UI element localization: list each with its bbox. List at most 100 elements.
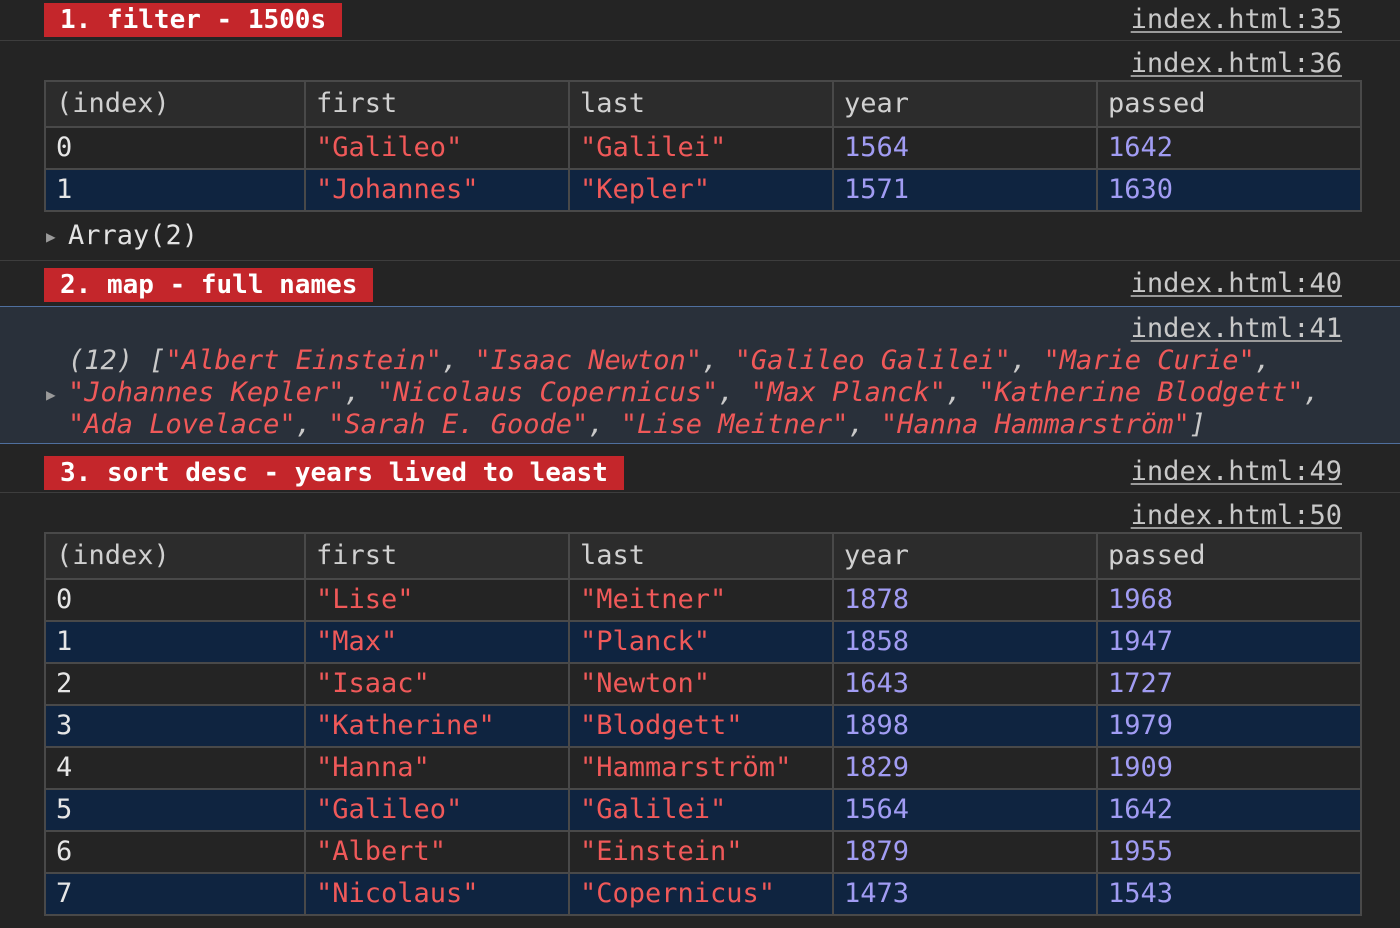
table-row[interactable]: 3 "Katherine" "Blodgett" 1898 1979 — [44, 704, 1362, 748]
column-header-passed[interactable]: passed — [1096, 80, 1362, 128]
array-item: Isaac Newton — [490, 345, 686, 376]
array-item: Marie Curie — [1059, 345, 1239, 376]
console-table-sort: (index) first last year passed 0 "Lise" "M… — [44, 532, 1362, 916]
cell-passed: 1955 — [1096, 830, 1362, 874]
cell-last: "Galilei" — [568, 788, 834, 832]
cell-index: 3 — [44, 704, 306, 748]
cell-index: 2 — [44, 662, 306, 706]
cell-year: 1564 — [832, 126, 1098, 170]
cell-first: "Johannes" — [304, 168, 570, 212]
cell-passed: 1642 — [1096, 126, 1362, 170]
table-row[interactable]: 5 "Galileo" "Galilei" 1564 1642 — [44, 788, 1362, 832]
source-link-50[interactable]: index.html:50 — [1131, 496, 1342, 536]
cell-first: "Galileo" — [304, 788, 570, 832]
cell-last: "Kepler" — [568, 168, 834, 212]
cell-passed: 1543 — [1096, 872, 1362, 916]
cell-year: 1878 — [832, 578, 1098, 622]
cell-first: "Nicolaus" — [304, 872, 570, 916]
cell-last: "Meitner" — [568, 578, 834, 622]
cell-year: 1829 — [832, 746, 1098, 790]
array-item: Ada Lovelace — [84, 409, 280, 440]
table-row[interactable]: 0 "Lise" "Meitner" 1878 1968 — [44, 578, 1362, 622]
table-row[interactable]: 6 "Albert" "Einstein" 1879 1955 — [44, 830, 1362, 874]
cell-first: "Galileo" — [304, 126, 570, 170]
table-row[interactable]: 2 "Isaac" "Newton" 1643 1727 — [44, 662, 1362, 706]
cell-index: 1 — [44, 620, 306, 664]
source-link-41[interactable]: index.html:41 — [1131, 309, 1342, 349]
table-row[interactable]: 0 "Galileo" "Galilei" 1564 1642 — [44, 126, 1362, 170]
column-header-index[interactable]: (index) — [44, 80, 306, 128]
column-header-year[interactable]: year — [832, 532, 1098, 580]
cell-last: "Galilei" — [568, 126, 834, 170]
console-group-label-filter: 1. filter - 1500s — [44, 3, 343, 37]
source-link-35[interactable]: index.html:35 — [1131, 0, 1342, 40]
column-header-index[interactable]: (index) — [44, 532, 306, 580]
array-summary-text: Array(2) — [68, 220, 199, 251]
array-suffix: ] — [1189, 409, 1207, 440]
cell-last: "Blodgett" — [568, 704, 834, 748]
cell-passed: 1642 — [1096, 788, 1362, 832]
column-header-year[interactable]: year — [832, 80, 1098, 128]
cell-passed: 1630 — [1096, 168, 1362, 212]
cell-first: "Lise" — [304, 578, 570, 622]
expand-triangle-icon[interactable]: ▶ — [46, 385, 56, 404]
cell-index: 7 — [44, 872, 306, 916]
array-item: Galileo Galilei — [750, 345, 995, 376]
cell-passed: 1968 — [1096, 578, 1362, 622]
cell-last: "Copernicus" — [568, 872, 834, 916]
cell-first: "Max" — [304, 620, 570, 664]
cell-year: 1473 — [832, 872, 1098, 916]
cell-year: 1564 — [832, 788, 1098, 832]
array-item: Albert Einstein — [181, 345, 426, 376]
table-row[interactable]: 4 "Hanna" "Hammarström" 1829 1909 — [44, 746, 1362, 790]
cell-passed: 1947 — [1096, 620, 1362, 664]
array-item: Lise Meitner — [637, 409, 833, 440]
console-separator — [0, 40, 1400, 41]
cell-last: "Einstein" — [568, 830, 834, 874]
cell-index: 5 — [44, 788, 306, 832]
array-summary[interactable]: ▶ Array(2) — [46, 219, 198, 254]
column-header-last[interactable]: last — [568, 80, 834, 128]
source-link-40[interactable]: index.html:40 — [1131, 264, 1342, 304]
table-header-row: (index) first last year passed — [44, 532, 1362, 580]
cell-first: "Katherine" — [304, 704, 570, 748]
cell-index: 0 — [44, 126, 306, 170]
table-row[interactable]: 1 "Johannes" "Kepler" 1571 1630 — [44, 168, 1362, 212]
cell-first: "Hanna" — [304, 746, 570, 790]
array-item: Max Planck — [767, 377, 930, 408]
array-item: Nicolaus Copernicus — [393, 377, 703, 408]
cell-last: "Planck" — [568, 620, 834, 664]
cell-passed: 1979 — [1096, 704, 1362, 748]
cell-year: 1879 — [832, 830, 1098, 874]
column-header-last[interactable]: last — [568, 532, 834, 580]
array-item: Johannes Kepler — [84, 377, 329, 408]
console-group-label-sort: 3. sort desc - years lived to least — [44, 456, 624, 490]
cell-index: 0 — [44, 578, 306, 622]
cell-year: 1643 — [832, 662, 1098, 706]
console-separator — [0, 492, 1400, 493]
console-separator — [0, 443, 1400, 444]
array-prefix: (12) [ — [68, 345, 166, 376]
console-table-filter: (index) first last year passed 0 "Galileo… — [44, 80, 1362, 212]
cell-index: 6 — [44, 830, 306, 874]
expand-triangle-icon[interactable]: ▶ — [46, 220, 68, 254]
cell-passed: 1727 — [1096, 662, 1362, 706]
cell-first: "Albert" — [304, 830, 570, 874]
array-item: Hanna Hammarström — [897, 409, 1174, 440]
column-header-passed[interactable]: passed — [1096, 532, 1362, 580]
cell-passed: 1909 — [1096, 746, 1362, 790]
console-array-message[interactable]: index.html:41 ▶ (12) ["Albert Einstein",… — [0, 307, 1400, 443]
cell-year: 1858 — [832, 620, 1098, 664]
cell-index: 4 — [44, 746, 306, 790]
table-header-row: (index) first last year passed — [44, 80, 1362, 128]
table-row[interactable]: 7 "Nicolaus" "Copernicus" 1473 1543 — [44, 872, 1362, 916]
console-group-label-map: 2. map - full names — [44, 268, 374, 302]
column-header-first[interactable]: first — [304, 532, 570, 580]
column-header-first[interactable]: first — [304, 80, 570, 128]
cell-last: "Newton" — [568, 662, 834, 706]
source-link-36[interactable]: index.html:36 — [1131, 44, 1342, 84]
array-item: Sarah E. Goode — [344, 409, 572, 440]
table-row[interactable]: 1 "Max" "Planck" 1858 1947 — [44, 620, 1362, 664]
array-item: Katherine Blodgett — [994, 377, 1288, 408]
source-link-49[interactable]: index.html:49 — [1131, 452, 1342, 492]
